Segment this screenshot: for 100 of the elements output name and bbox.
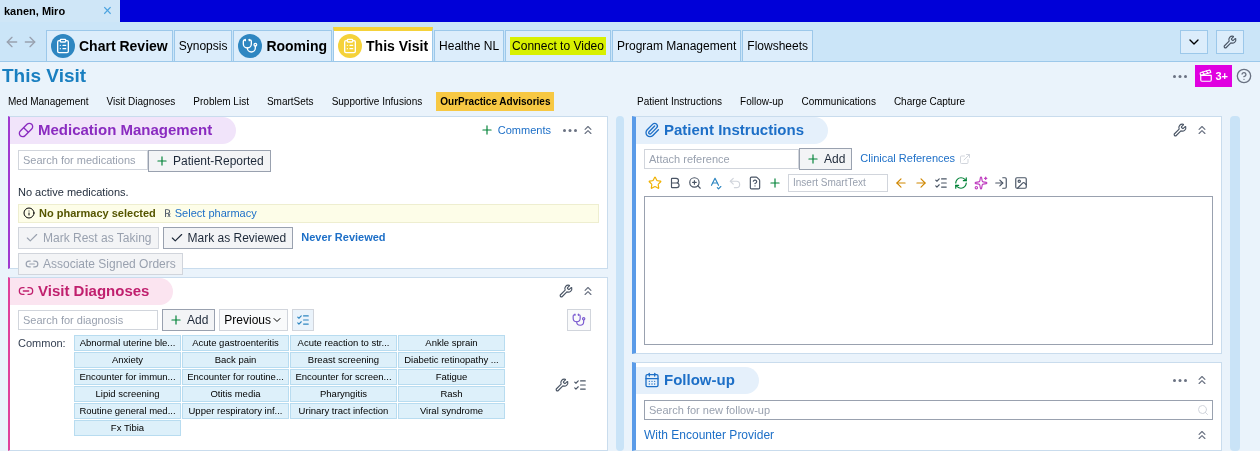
tab[interactable]: Synopsis xyxy=(173,30,233,61)
diagnosis-chip[interactable]: Anxiety xyxy=(74,351,181,368)
smarttext-field[interactable]: Insert SmartText xyxy=(788,173,888,192)
page-title: This Visit xyxy=(1,63,87,88)
section-link[interactable]: Supportive Infusions xyxy=(327,91,427,111)
diagnosis-chip[interactable]: Rash xyxy=(398,385,505,402)
common-label: Common: xyxy=(18,335,67,351)
select-pharmacy-link[interactable]: Select pharmacy xyxy=(174,205,257,222)
tab-icon xyxy=(338,34,363,58)
calendar-icon xyxy=(644,372,660,389)
search-field[interactable]: Search for medications xyxy=(18,149,148,170)
section-link[interactable]: Communications xyxy=(797,91,880,111)
undo-icon xyxy=(728,175,742,190)
more-icon xyxy=(1173,74,1188,78)
tab[interactable]: This Visit xyxy=(333,27,434,61)
diagnosis-chip[interactable]: Encounter for routine... xyxy=(182,368,289,385)
help-icon xyxy=(748,175,762,190)
patient-name[interactable]: kanen, Miro xyxy=(4,2,66,20)
section-link[interactable]: SmartSets xyxy=(262,91,318,111)
panel-title: Medication Management xyxy=(10,117,237,144)
search-field[interactable]: Search for diagnosis xyxy=(18,309,158,330)
diagnosis-chip[interactable]: Encounter for screen... xyxy=(290,368,397,385)
diagnosis-chip[interactable]: Fx Tibia xyxy=(74,419,181,436)
diagnosis-chip[interactable]: Otitis media xyxy=(182,385,289,402)
warning-text: No pharmacy selected xyxy=(39,206,156,221)
section-link[interactable]: Med Management xyxy=(4,91,93,111)
diagnosis-chip[interactable]: Back pain xyxy=(182,351,289,368)
refresh-icon xyxy=(954,175,968,190)
add-button[interactable]: Add xyxy=(162,308,216,331)
diagnosis-chip[interactable]: Diabetic retinopathy ... xyxy=(398,351,505,368)
arrow-right-icon xyxy=(914,175,928,190)
diagnosis-chip[interactable]: Fatigue xyxy=(398,368,505,385)
review-button[interactable]: Mark as Reviewed xyxy=(162,226,294,249)
settings-button[interactable] xyxy=(1216,29,1244,54)
info-icon xyxy=(23,207,35,220)
diagnosis-chip[interactable]: Urinary tract infection xyxy=(290,402,397,419)
previous-dropdown[interactable]: Previous xyxy=(219,308,289,331)
section-link[interactable]: Patient Instructions xyxy=(633,91,727,111)
settings-icon xyxy=(1173,123,1187,138)
section-link[interactable]: Follow-up xyxy=(736,91,788,111)
dropdown-button[interactable] xyxy=(1180,29,1208,54)
notification-badge[interactable]: 3+ xyxy=(1195,65,1232,87)
section-link[interactable]: Problem List xyxy=(189,91,253,111)
plus-icon xyxy=(479,123,494,138)
checklist-icon xyxy=(296,312,311,327)
diagnosis-chip[interactable]: Acute reaction to str... xyxy=(290,334,397,351)
settings-icon xyxy=(555,378,569,392)
tab[interactable]: Rooming xyxy=(233,30,333,61)
tab[interactable]: Program Management xyxy=(611,30,742,61)
diagnosis-chip[interactable]: Breast screening xyxy=(290,351,397,368)
diagnosis-chip[interactable]: Viral syndrome xyxy=(398,402,505,419)
list-icon xyxy=(934,175,948,190)
section-link[interactable]: OurPractice Advisories xyxy=(436,91,555,111)
diagnosis-chip[interactable]: Acute gastroenteritis xyxy=(182,334,289,351)
diagnosis-chip[interactable]: Abnormal uterine ble... xyxy=(74,334,181,351)
add-button[interactable]: Add xyxy=(799,147,853,170)
import-icon xyxy=(994,175,1008,190)
spellcheck-icon xyxy=(708,175,722,190)
more-icon xyxy=(563,128,577,132)
diagnosis-chip[interactable]: Lipid screening xyxy=(74,385,181,402)
zoom-icon xyxy=(688,175,702,190)
diagnosis-chip[interactable]: Upper respiratory inf... xyxy=(182,402,289,419)
diagnosis-chip[interactable]: Encounter for immun... xyxy=(74,368,181,385)
clinical-references-link[interactable]: Clinical References xyxy=(860,150,956,167)
comments-link[interactable]: Comments xyxy=(479,122,551,139)
search-field[interactable]: Attach reference xyxy=(644,148,799,169)
status-text: No active medications. xyxy=(17,184,130,200)
panel-title: Visit Diagnoses xyxy=(10,278,174,305)
tab[interactable]: Healthe NL xyxy=(434,30,505,61)
diagnosis-chip[interactable]: Routine general med... xyxy=(74,402,181,419)
diagnosis-chip[interactable]: Ankle sprain xyxy=(398,334,505,351)
section-link[interactable]: Visit Diagnoses xyxy=(102,91,180,111)
image-icon xyxy=(1014,175,1028,190)
settings-icon xyxy=(559,284,573,299)
section-link[interactable]: Charge Capture xyxy=(889,91,970,111)
help-icon xyxy=(1236,68,1252,84)
patient-reported-button[interactable]: Patient-Reported xyxy=(148,149,271,172)
star-icon xyxy=(648,175,662,190)
list-icon xyxy=(573,378,587,392)
more-icon xyxy=(1173,378,1187,382)
tab-icon xyxy=(238,34,263,58)
tab[interactable]: Flowsheets xyxy=(742,30,814,61)
plus-icon xyxy=(768,175,782,190)
tab-icon xyxy=(51,34,75,58)
plus-icon xyxy=(155,153,169,168)
plus-icon xyxy=(806,151,820,166)
checklist-button[interactable] xyxy=(292,308,315,331)
tab[interactable]: Connect to Video xyxy=(505,30,611,61)
clapperboard-icon xyxy=(1199,69,1214,83)
diagnosis-chip[interactable]: Pharyngitis xyxy=(290,385,397,402)
arrow-left-icon xyxy=(894,175,908,190)
panel-title: Follow-up xyxy=(636,367,759,394)
diagnosis-tool-button[interactable] xyxy=(567,308,591,331)
review-status: Never Reviewed xyxy=(301,230,386,246)
search-field[interactable]: Search for new follow-up xyxy=(644,399,1213,420)
tab[interactable]: Chart Review xyxy=(46,30,173,61)
search-icon xyxy=(1197,403,1209,416)
sparkle-icon xyxy=(974,175,988,190)
stethoscope-icon xyxy=(572,312,586,327)
panel-title: Patient Instructions xyxy=(636,117,829,144)
